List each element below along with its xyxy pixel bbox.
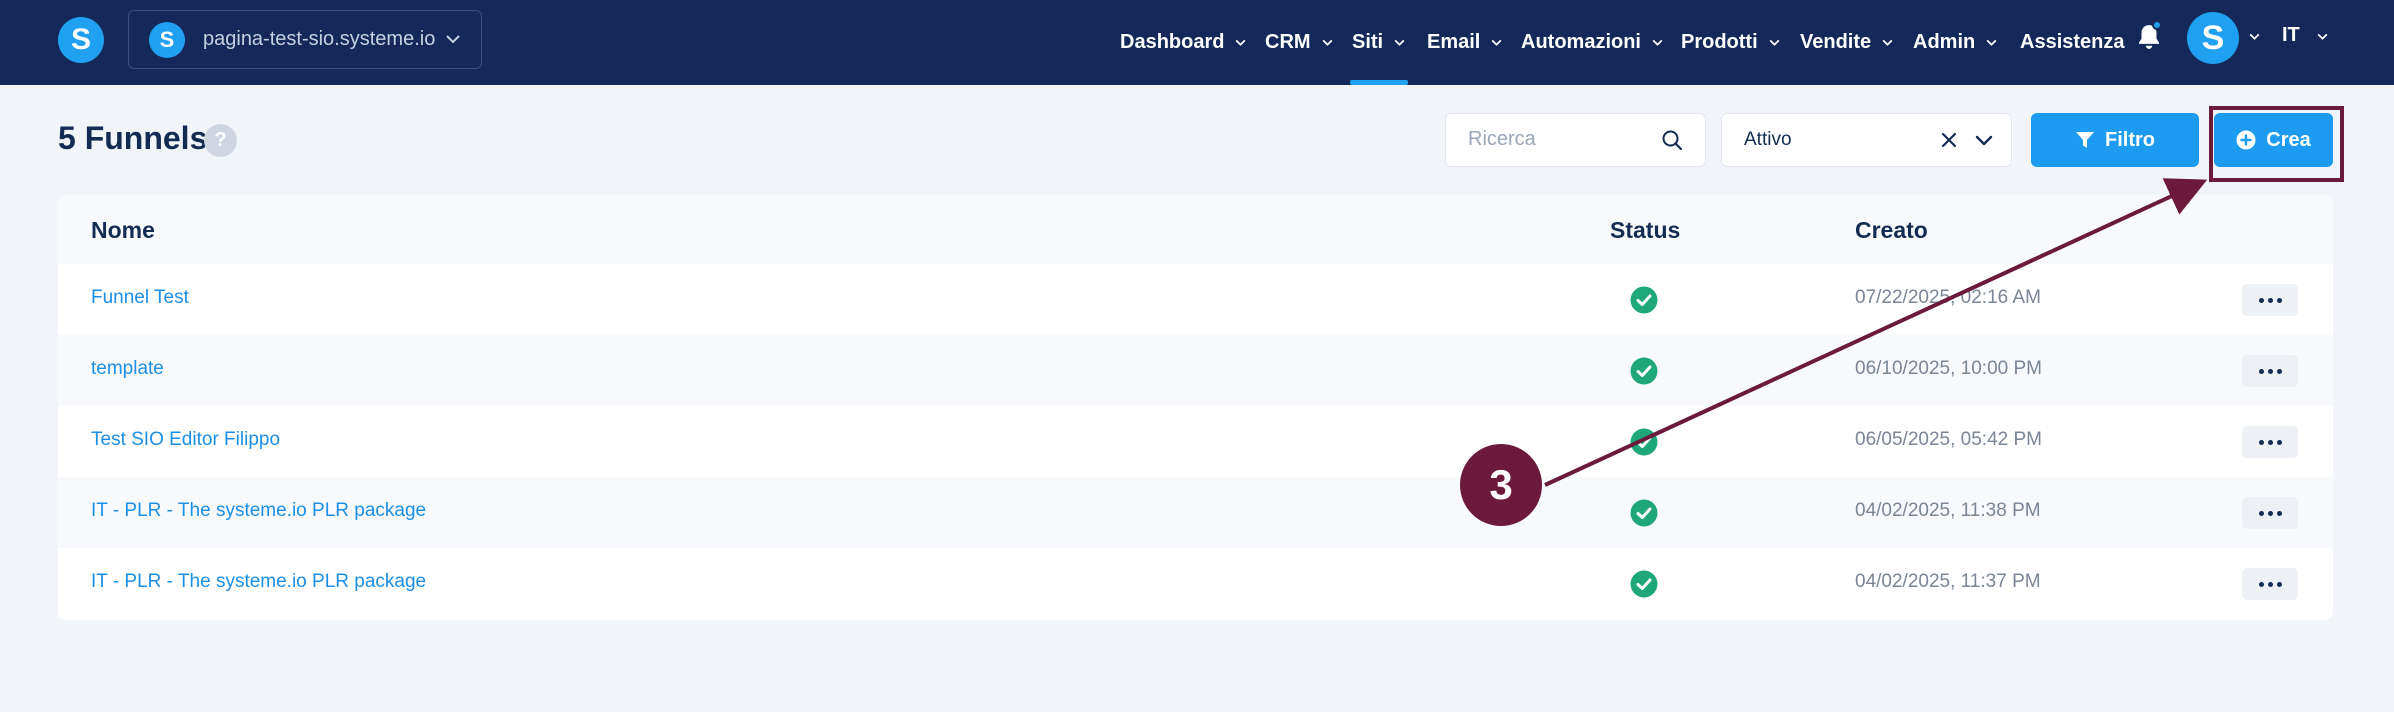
column-header-status[interactable]: Status: [1610, 217, 1680, 244]
systeme-logo[interactable]: S: [58, 17, 104, 63]
page-title: 5 Funnels: [58, 120, 208, 156]
check-circle-icon: [1630, 428, 1658, 456]
nav-label: Email: [1427, 31, 1481, 53]
nav-label: Dashboard: [1120, 31, 1225, 53]
check-circle-icon: [1630, 357, 1658, 385]
filter-icon: [2076, 132, 2094, 148]
language-label: IT: [2282, 23, 2300, 46]
avatar-letter: S: [2201, 18, 2225, 57]
site-logo: S: [149, 21, 185, 58]
more-actions-button[interactable]: [2242, 497, 2298, 529]
chevron-down-icon: [1882, 39, 1893, 46]
nav-siti[interactable]: Siti: [1349, 0, 1409, 85]
funnel-name-link[interactable]: IT - PLR - The systeme.io PLR package: [91, 571, 426, 593]
chevron-down-icon[interactable]: [2316, 30, 2329, 43]
chevron-down-icon: [1769, 39, 1780, 46]
nav-label: Siti: [1352, 31, 1384, 53]
nav-label: CRM: [1265, 31, 1311, 53]
step-number: 3: [1489, 461, 1513, 508]
table-row: Funnel Test 07/22/2025, 02:16 AM: [58, 264, 2333, 335]
close-icon[interactable]: [1940, 131, 1958, 149]
chevron-down-icon: [1394, 39, 1405, 46]
funnel-name-link[interactable]: template: [91, 358, 164, 380]
language-selector[interactable]: IT: [2282, 0, 2300, 70]
table-row: Test SIO Editor Filippo 06/05/2025, 05:4…: [58, 406, 2333, 477]
notification-dot: [2152, 20, 2162, 30]
check-circle-icon: [1630, 570, 1658, 598]
nav-prodotti[interactable]: Prodotti: [1681, 0, 1781, 85]
site-logo-letter: S: [159, 26, 175, 52]
funnel-name-link[interactable]: Test SIO Editor Filippo: [91, 429, 280, 451]
chevron-down-icon: [1652, 39, 1663, 46]
column-header-name[interactable]: Nome: [91, 217, 155, 244]
nav-vendite[interactable]: Vendite: [1800, 0, 1894, 85]
search-input[interactable]: [1446, 114, 1656, 165]
nav-label: Admin: [1913, 31, 1976, 53]
check-circle-icon: [1630, 286, 1658, 314]
nav-email[interactable]: Email: [1427, 0, 1503, 85]
nav-crm[interactable]: CRM: [1265, 0, 1334, 85]
created-date: 07/22/2025, 02:16 AM: [1855, 287, 2041, 308]
search-box: [1445, 113, 1706, 167]
more-actions-button[interactable]: [2242, 426, 2298, 458]
check-circle-icon: [1630, 499, 1658, 527]
nav-label: Vendite: [1800, 31, 1872, 53]
site-switcher[interactable]: S pagina-test-sio.systeme.io: [128, 10, 482, 69]
nav-label: Assistenza: [2020, 31, 2125, 53]
chevron-down-icon[interactable]: [2248, 30, 2261, 43]
nav-admin[interactable]: Admin: [1913, 0, 1998, 85]
chevron-down-icon: [1491, 39, 1502, 46]
funnel-name-link[interactable]: IT - PLR - The systeme.io PLR package: [91, 500, 426, 522]
table-row: IT - PLR - The systeme.io PLR package 04…: [58, 477, 2333, 548]
funnel-name-link[interactable]: Funnel Test: [91, 287, 189, 309]
more-actions-button[interactable]: [2242, 568, 2298, 600]
annotation-highlight-box: [2209, 106, 2344, 182]
created-date: 06/10/2025, 10:00 PM: [1855, 358, 2042, 379]
chevron-down-icon: [1322, 39, 1332, 46]
filter-button[interactable]: Filtro: [2031, 113, 2199, 167]
nav-dashboard[interactable]: Dashboard: [1120, 0, 1247, 85]
chevron-down-icon: [1986, 39, 1997, 46]
more-actions-button[interactable]: [2242, 355, 2298, 387]
created-date: 04/02/2025, 11:37 PM: [1855, 571, 2041, 592]
nav-label: Prodotti: [1681, 31, 1758, 53]
avatar[interactable]: S: [2187, 12, 2239, 64]
more-actions-button[interactable]: [2242, 284, 2298, 316]
filter-label: Filtro: [2105, 128, 2155, 151]
table-header: Nome Status Creato: [58, 195, 2333, 264]
funnels-table: Nome Status Creato Funnel Test 07/22/202…: [58, 195, 2333, 620]
nav-label: Automazioni: [1521, 31, 1641, 53]
help-label: ?: [214, 129, 227, 151]
site-name: pagina-test-sio.systeme.io: [203, 28, 436, 50]
nav-assistenza[interactable]: Assistenza: [2020, 0, 2125, 85]
status-filter-value: Attivo: [1744, 129, 1792, 150]
search-icon[interactable]: [1660, 128, 1684, 152]
logo-letter: S: [70, 23, 91, 56]
status-filter-select[interactable]: Attivo: [1721, 113, 2012, 167]
top-navigation-bar: S S pagina-test-sio.systeme.io Dashboard…: [0, 0, 2394, 85]
chevron-down-icon[interactable]: [1975, 132, 1993, 150]
chevron-down-icon: [1236, 39, 1246, 46]
created-date: 04/02/2025, 11:38 PM: [1855, 500, 2041, 521]
table-row: IT - PLR - The systeme.io PLR package 04…: [58, 548, 2333, 619]
nav-automazioni[interactable]: Automazioni: [1521, 0, 1664, 85]
created-date: 06/05/2025, 05:42 PM: [1855, 429, 2042, 450]
help-icon[interactable]: ?: [204, 124, 237, 157]
table-row: template 06/10/2025, 10:00 PM: [58, 335, 2333, 406]
chevron-down-icon: [446, 35, 460, 44]
column-header-created[interactable]: Creato: [1855, 217, 1928, 244]
step-number-badge: 3: [1460, 444, 1542, 526]
